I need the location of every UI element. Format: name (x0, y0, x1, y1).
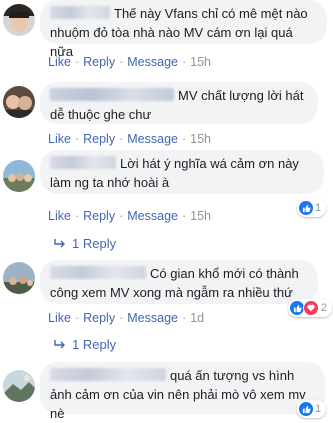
avatar[interactable] (3, 4, 35, 36)
thumbs-up-icon (290, 301, 304, 315)
comment-actions: Like · Reply · Message · 15h (48, 55, 212, 69)
replies-count[interactable]: 1 Reply (72, 337, 116, 352)
timestamp: 15h (190, 55, 212, 69)
reply-link[interactable]: Reply (83, 311, 115, 325)
avatar[interactable] (3, 262, 35, 294)
reply-link[interactable]: Reply (83, 132, 115, 146)
heart-icon (303, 300, 319, 316)
comment-bubble: Có gian khổ mới có thành công xem MV xon… (40, 260, 318, 304)
like-link[interactable]: Like (48, 311, 71, 325)
reaction-summary[interactable]: 1 (297, 199, 327, 217)
message-link[interactable]: Message (127, 209, 178, 223)
reply-link[interactable]: Reply (83, 209, 115, 223)
timestamp: 15h (190, 209, 212, 223)
like-link[interactable]: Like (48, 55, 71, 69)
avatar[interactable] (3, 160, 35, 192)
comment-actions: Like · Reply · Message · 15h (48, 132, 212, 146)
view-replies-link[interactable]: 1 Reply (54, 337, 116, 352)
timestamp: 1d (190, 311, 205, 325)
like-link[interactable]: Like (48, 132, 71, 146)
reaction-summary[interactable]: 2 (288, 299, 333, 317)
commenter-name[interactable] (50, 88, 174, 101)
reply-arrow-icon (54, 337, 66, 352)
avatar[interactable] (3, 370, 35, 402)
reply-link[interactable]: Reply (83, 55, 115, 69)
reply-arrow-icon (54, 236, 66, 251)
thumbs-up-icon (299, 201, 313, 215)
replies-count[interactable]: 1 Reply (72, 236, 116, 251)
comment-bubble: MV chất lượng lời hát dễ thuộc ghe chư (40, 82, 318, 124)
commenter-name[interactable] (50, 368, 166, 381)
commenter-name[interactable] (50, 266, 146, 279)
message-link[interactable]: Message (127, 311, 178, 325)
message-link[interactable]: Message (127, 55, 178, 69)
view-replies-link[interactable]: 1 Reply (54, 236, 116, 251)
avatar[interactable] (3, 86, 35, 118)
reaction-summary[interactable]: 1 (297, 400, 327, 418)
like-link[interactable]: Like (48, 209, 71, 223)
commenter-name[interactable] (50, 6, 110, 19)
comment-actions: Like · Reply · Message · 1d (48, 311, 205, 325)
reaction-count: 1 (315, 403, 322, 415)
message-link[interactable]: Message (127, 132, 178, 146)
comment-actions: Like · Reply · Message · 15h (48, 209, 212, 223)
comment-bubble: quá ấn tượng vs hình ảnh cảm ơn của vin … (40, 362, 325, 421)
timestamp: 15h (190, 132, 212, 146)
reaction-count: 2 (321, 302, 328, 314)
comment-bubble: Lời hát ý nghĩa wá cảm ơn này làm ng ta … (40, 150, 324, 194)
reaction-count: 1 (315, 202, 322, 214)
commenter-name[interactable] (50, 156, 116, 169)
comment-bubble: Thế này Vfans chỉ có mê mệt nào nhuộm đỏ… (40, 0, 327, 59)
